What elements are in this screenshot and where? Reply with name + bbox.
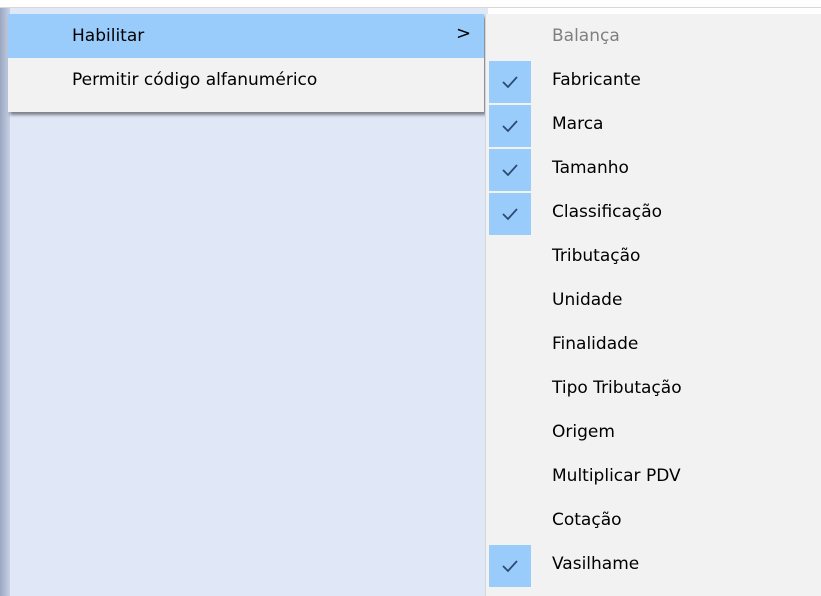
menu-item-permitir-codigo-alfanumerico[interactable]: Permitir código alfanumérico <box>8 58 484 102</box>
check-icon <box>489 193 531 235</box>
submenu-item-label: Origem <box>552 422 615 442</box>
submenu-item-label: Classificação <box>552 202 663 222</box>
submenu-item-label: Marca <box>552 114 604 134</box>
submenu-item[interactable]: Classificação <box>486 190 821 235</box>
submenu-item[interactable]: Tamanho <box>486 146 821 191</box>
submenu-item[interactable]: Cotação <box>486 498 821 542</box>
submenu-item[interactable]: Tributação <box>486 234 821 278</box>
submenu-item[interactable]: Multiplicar PDV <box>486 454 821 498</box>
check-icon <box>489 149 531 191</box>
submenu-habilitar: Balança Fabricante Marca Tamanho Classificaç… <box>486 14 821 596</box>
submenu-item-label: Finalidade <box>552 334 639 354</box>
menu-item-habilitar[interactable]: Habilitar > <box>8 14 484 58</box>
submenu-item[interactable]: Vasilhame <box>486 542 821 587</box>
submenu-item-label: Tributação <box>552 246 641 266</box>
submenu-item[interactable]: Fabricante <box>486 58 821 103</box>
context-menu: Habilitar > Permitir código alfanumérico <box>8 14 484 112</box>
check-icon <box>489 61 531 103</box>
submenu-item-label: Multiplicar PDV <box>552 466 681 486</box>
menu-item-label: Permitir código alfanumérico <box>72 70 318 90</box>
check-icon <box>489 545 531 587</box>
submenu-item-label: Tamanho <box>552 158 629 178</box>
submenu-item-label: Cotação <box>552 510 622 530</box>
submenu-item[interactable]: Finalidade <box>486 322 821 366</box>
submenu-item[interactable]: Tipo Tributação <box>486 366 821 410</box>
chevron-right-icon: > <box>456 23 472 44</box>
menu-item-label: Habilitar <box>72 26 145 46</box>
submenu-item[interactable]: Unidade <box>486 278 821 322</box>
submenu-item-label: Balança <box>552 26 620 46</box>
submenu-item-label: Vasilhame <box>552 554 640 574</box>
check-icon <box>489 105 531 147</box>
submenu-item-label: Tipo Tributação <box>552 378 682 398</box>
submenu-item[interactable]: Marca <box>486 102 821 147</box>
submenu-item[interactable]: Origem <box>486 410 821 454</box>
submenu-item: Balança <box>486 14 821 58</box>
submenu-item-label: Fabricante <box>552 70 641 90</box>
submenu-item-label: Unidade <box>552 290 623 310</box>
